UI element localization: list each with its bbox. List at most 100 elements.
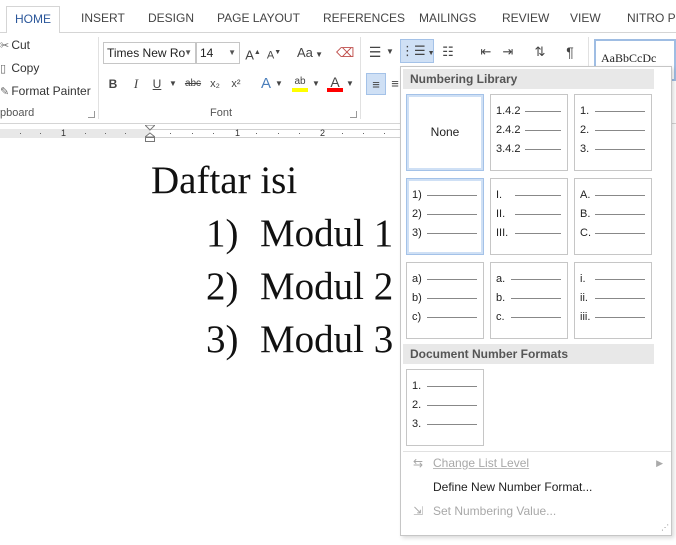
style-preview-text: AaBbCcDc bbox=[601, 51, 657, 65]
subscript-button[interactable]: x₂ bbox=[206, 73, 224, 95]
chevron-down-icon[interactable]: ▼ bbox=[345, 73, 355, 95]
ribbon-tabs: HOME INSERT DESIGN PAGE LAYOUT REFERENCE… bbox=[0, 0, 676, 34]
list-text: Modul 2 bbox=[260, 265, 394, 308]
resize-grip-icon[interactable]: ⋰ bbox=[661, 523, 669, 532]
multilevel-list-icon[interactable]: ☷ bbox=[436, 41, 460, 63]
tile-number: 3. bbox=[412, 418, 422, 430]
numbering-dropdown: Numbering Library None 1.4.2 2.4.2 3.4.2… bbox=[400, 66, 672, 536]
increase-indent-icon[interactable]: ⇥ bbox=[498, 41, 518, 63]
change-level-icon: ⇆ bbox=[412, 456, 424, 470]
numbering-tile[interactable]: 1.4.2 2.4.2 3.4.2 bbox=[490, 94, 568, 171]
tile-number: B. bbox=[580, 208, 591, 220]
indent-marker-icon[interactable] bbox=[145, 125, 155, 142]
list-text: Modul 3 bbox=[260, 318, 394, 361]
numbering-tile[interactable]: I. II. III. bbox=[490, 178, 568, 255]
define-new-number-format-item[interactable]: Define New Number Format... bbox=[401, 476, 671, 498]
tile-number: b) bbox=[412, 292, 422, 304]
copy-button[interactable]: ▯ Copy bbox=[0, 61, 39, 75]
chevron-down-icon[interactable]: ▼ bbox=[167, 73, 179, 95]
superscript-button[interactable]: x² bbox=[227, 73, 245, 95]
document-number-formats-header: Document Number Formats bbox=[403, 344, 654, 364]
tile-number: 2. bbox=[412, 399, 422, 411]
chevron-down-icon[interactable]: ▼ bbox=[274, 73, 284, 95]
ruler-number: 2 bbox=[320, 128, 326, 138]
bold-button[interactable]: B bbox=[105, 73, 121, 95]
font-color-swatch bbox=[327, 88, 343, 92]
list-item: 1) Modul 1 bbox=[206, 211, 393, 256]
tile-number: C. bbox=[580, 227, 591, 239]
numbering-tile[interactable]: a. b. c. bbox=[490, 262, 568, 339]
strikethrough-button[interactable]: abc bbox=[182, 73, 204, 95]
bullets-icon[interactable]: ☰ bbox=[366, 41, 384, 63]
tile-number: b. bbox=[496, 292, 506, 304]
chevron-down-icon: ▼ bbox=[228, 48, 236, 57]
grow-font-button[interactable]: A▲ bbox=[244, 42, 262, 64]
decrease-indent-icon[interactable]: ⇤ bbox=[476, 41, 496, 63]
cut-button[interactable]: ✂ Cut bbox=[0, 38, 30, 52]
clipboard-launcher-icon[interactable] bbox=[88, 111, 95, 118]
tile-number: a. bbox=[496, 273, 506, 285]
list-number: 2) bbox=[206, 265, 239, 308]
tab-insert[interactable]: INSERT bbox=[73, 6, 133, 33]
tile-number: A. bbox=[580, 189, 591, 201]
numbering-tile[interactable]: i. ii. iii. bbox=[574, 262, 652, 339]
numbering-tile[interactable]: A. B. C. bbox=[574, 178, 652, 255]
numbering-tile-none[interactable]: None bbox=[406, 94, 484, 171]
tab-mailings[interactable]: MAILINGS bbox=[411, 6, 484, 33]
align-left-icon[interactable]: ≡ bbox=[366, 73, 386, 95]
tab-nitro[interactable]: NITRO PR bbox=[619, 6, 676, 33]
change-list-level-label: Change List Level bbox=[433, 456, 530, 470]
tile-number: I. bbox=[496, 189, 503, 201]
font-color-button[interactable]: A bbox=[326, 71, 344, 93]
tab-view[interactable]: VIEW bbox=[562, 6, 609, 33]
numbering-button[interactable]: ⋮☰ ▼ bbox=[400, 39, 435, 63]
pilcrow-icon[interactable]: ¶ bbox=[560, 41, 580, 63]
clipboard-group-label: pboard bbox=[0, 107, 35, 119]
chevron-down-icon[interactable]: ▼ bbox=[385, 41, 395, 63]
sort-icon[interactable]: ⇅ bbox=[530, 41, 550, 63]
copy-icon: ▯ bbox=[0, 63, 7, 75]
list-item: 3) Modul 3 bbox=[206, 317, 393, 362]
tab-home[interactable]: HOME bbox=[6, 6, 60, 34]
chevron-right-icon: ▶ bbox=[656, 458, 663, 468]
ruler-number: 1 bbox=[61, 128, 67, 138]
numbering-tile[interactable]: a) b) c) bbox=[406, 262, 484, 339]
tab-page-layout[interactable]: PAGE LAYOUT bbox=[209, 6, 308, 33]
clear-formatting-icon[interactable]: ⌫ bbox=[336, 42, 354, 64]
scissors-icon: ✂ bbox=[0, 40, 10, 52]
tab-references[interactable]: REFERENCES bbox=[315, 6, 413, 33]
tile-number: 3. bbox=[580, 143, 590, 155]
font-launcher-icon[interactable] bbox=[350, 111, 357, 118]
none-label: None bbox=[430, 125, 460, 139]
tile-number: iii. bbox=[580, 311, 591, 323]
change-list-level-item[interactable]: ⇆ Change List Level ▶ bbox=[401, 452, 671, 474]
ruler-margin bbox=[0, 129, 150, 138]
numbering-tile[interactable]: 1) 2) 3) bbox=[406, 178, 484, 255]
change-case-button[interactable]: Aa ▼ bbox=[294, 42, 326, 64]
tile-number: 1.4.2 bbox=[496, 105, 521, 117]
text-effects-button[interactable]: A bbox=[256, 73, 276, 95]
underline-button[interactable]: U bbox=[149, 73, 165, 95]
chevron-down-icon[interactable]: ▼ bbox=[311, 73, 321, 95]
tab-review[interactable]: REVIEW bbox=[494, 6, 557, 33]
tile-number: ii. bbox=[580, 292, 588, 304]
shrink-font-button[interactable]: A▼ bbox=[265, 42, 283, 64]
highlighter-icon: ab bbox=[294, 76, 306, 87]
numbering-library-header: Numbering Library bbox=[403, 69, 654, 89]
format-painter-button[interactable]: ✎ Format Painter bbox=[0, 84, 91, 98]
highlight-button[interactable]: ab bbox=[290, 71, 310, 93]
numbering-tile[interactable]: 1. 2. 3. bbox=[574, 94, 652, 171]
font-name-field[interactable]: Times New Ro ▼ bbox=[103, 42, 196, 64]
tab-design[interactable]: DESIGN bbox=[140, 6, 202, 33]
font-size-field[interactable]: 14 ▼ bbox=[196, 42, 240, 64]
paintbrush-icon: ✎ bbox=[0, 86, 10, 98]
copy-label: Copy bbox=[11, 61, 40, 75]
font-name-value: Times New Ro bbox=[107, 46, 186, 60]
list-text: Modul 1 bbox=[260, 212, 394, 255]
document-numbering-tile[interactable]: 1. 2. 3. bbox=[406, 369, 484, 446]
tile-number: a) bbox=[412, 273, 422, 285]
highlight-color-swatch bbox=[292, 88, 308, 92]
set-numbering-value-item[interactable]: ⇲ Set Numbering Value... bbox=[401, 500, 671, 522]
group-divider bbox=[360, 37, 361, 119]
italic-button[interactable]: I bbox=[128, 73, 144, 95]
